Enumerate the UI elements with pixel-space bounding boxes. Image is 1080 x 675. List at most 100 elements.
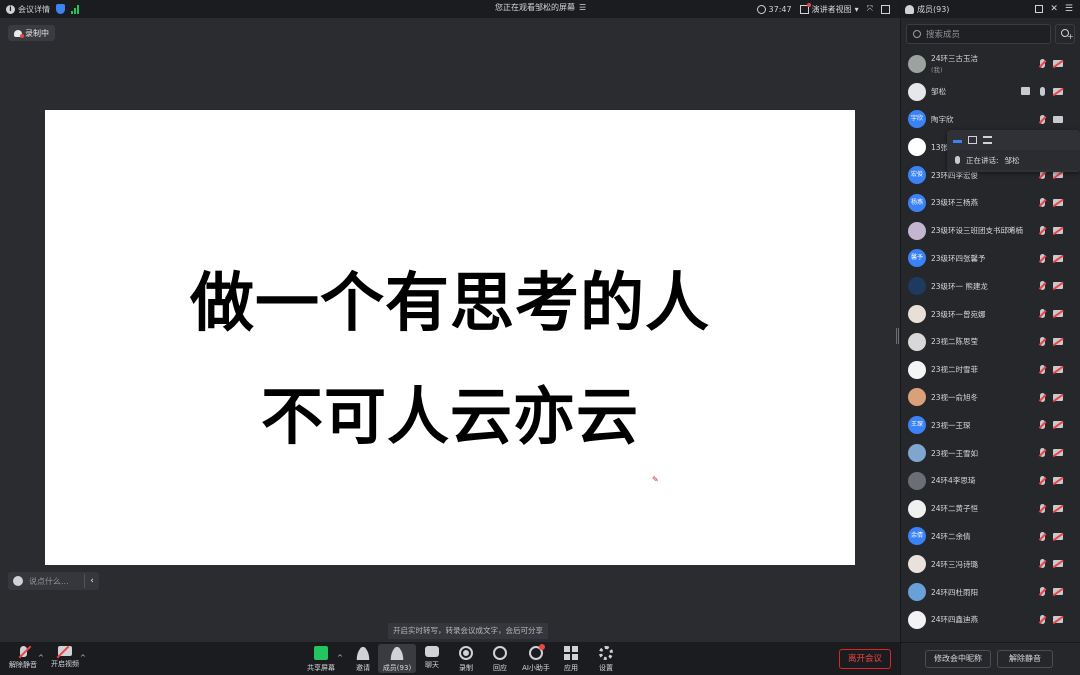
view-mode-button[interactable]: 演讲者视图 ▾ xyxy=(799,2,859,15)
security-shield-icon[interactable] xyxy=(56,4,65,14)
mic-muted-icon[interactable] xyxy=(1040,559,1045,569)
member-row[interactable]: 24环三古玉洁 (我) xyxy=(901,50,1080,78)
member-row[interactable]: 24环二黄子恒 xyxy=(901,495,1080,523)
camera-icon[interactable] xyxy=(1053,115,1063,123)
camera-off-icon[interactable] xyxy=(1053,532,1063,540)
meeting-details-button[interactable]: i 会议详情 xyxy=(6,4,50,15)
network-signal-icon[interactable] xyxy=(71,4,79,14)
camera-off-icon[interactable] xyxy=(1053,226,1063,234)
member-row[interactable]: 23级环一曾宛娜 xyxy=(901,300,1080,328)
panel-resize-handle[interactable] xyxy=(896,328,899,344)
camera-off-icon[interactable] xyxy=(1053,504,1063,512)
list-icon[interactable] xyxy=(983,136,992,144)
camera-off-icon[interactable] xyxy=(1053,476,1063,484)
slide-subheading: 不可人云亦云 xyxy=(260,380,639,453)
member-name: 陶宇欣 xyxy=(931,114,954,124)
camera-off-icon[interactable] xyxy=(1053,282,1063,290)
member-row[interactable]: 23视二陈思莹 xyxy=(901,328,1080,356)
mic-muted-icon[interactable] xyxy=(1040,281,1045,291)
transcription-hint[interactable]: 开启实时转写，转录会议成文字，会后可分享 xyxy=(388,623,548,639)
mic-muted-icon[interactable] xyxy=(1040,614,1045,624)
active-speaker-card[interactable]: 正在讲话: 邹松 xyxy=(947,130,1080,172)
camera-off-icon[interactable] xyxy=(1053,449,1063,457)
member-row[interactable]: 24环四杜雨阳 xyxy=(901,578,1080,606)
unmute-self-button[interactable]: 解除静音 xyxy=(997,650,1053,668)
member-row[interactable]: 余倩 24环二余倩 xyxy=(901,523,1080,551)
close-icon[interactable]: ✕ xyxy=(1050,4,1058,14)
member-row[interactable]: 24环4李思琦 xyxy=(901,467,1080,495)
member-row[interactable]: 23视一俞旭冬 xyxy=(901,384,1080,412)
reactions-button[interactable]: 回应 xyxy=(481,644,519,673)
member-row[interactable]: 邹松 xyxy=(901,78,1080,106)
camera-off-icon[interactable] xyxy=(1053,615,1063,623)
camera-off-icon[interactable] xyxy=(1053,560,1063,568)
window-icon[interactable] xyxy=(968,136,977,144)
rename-button[interactable]: 修改会中昵称 xyxy=(925,650,991,668)
share-screen-button[interactable]: 共享屏幕 xyxy=(302,644,340,673)
add-member-button[interactable] xyxy=(1055,24,1075,44)
invite-button[interactable]: 邀请 xyxy=(344,644,382,673)
camera-off-icon[interactable] xyxy=(1053,310,1063,318)
members-button[interactable]: 成员(93) xyxy=(378,644,416,673)
viewing-screen-banner[interactable]: 您正在观看邹松的屏幕 ☰ xyxy=(495,2,586,13)
emoji-icon[interactable] xyxy=(13,576,23,586)
minimize-icon[interactable] xyxy=(953,140,962,143)
camera-off-icon[interactable] xyxy=(1053,588,1063,596)
member-row[interactable]: 23级环设三班团支书邱晞楠 xyxy=(901,217,1080,245)
mic-muted-icon[interactable] xyxy=(1040,225,1045,235)
mic-muted-icon[interactable] xyxy=(1040,336,1045,346)
audio-options-caret[interactable]: ^ xyxy=(38,654,44,662)
leave-meeting-button[interactable]: 离开会议 xyxy=(839,649,891,669)
camera-off-icon[interactable] xyxy=(1053,393,1063,401)
camera-off-icon[interactable] xyxy=(1053,60,1063,67)
camera-off-icon[interactable] xyxy=(1053,365,1063,373)
ai-assistant-button[interactable]: AI小助手 xyxy=(517,644,555,673)
mic-muted-icon[interactable] xyxy=(1040,197,1045,207)
camera-off-icon[interactable] xyxy=(1053,337,1063,345)
member-row[interactable]: 杨燕 23级环三杨燕 xyxy=(901,189,1080,217)
video-options-caret[interactable]: ^ xyxy=(80,654,86,662)
unmute-button[interactable]: 解除静音 xyxy=(4,644,42,670)
popout-icon[interactable] xyxy=(1035,5,1044,13)
quick-chat-input[interactable]: 说点什么... ‹ xyxy=(8,572,99,590)
mic-muted-icon[interactable] xyxy=(1040,448,1045,458)
camera-off-icon[interactable] xyxy=(1053,421,1063,429)
mic-muted-icon[interactable] xyxy=(1040,587,1045,597)
settings-button[interactable]: 设置 xyxy=(587,644,625,673)
mic-muted-icon[interactable] xyxy=(1040,503,1045,513)
member-row[interactable]: 王琛 23视一王琛 xyxy=(901,411,1080,439)
member-row[interactable]: 24环四鑫迪燕 xyxy=(901,606,1080,634)
mic-muted-icon[interactable] xyxy=(1040,475,1045,485)
member-name: 邹松 xyxy=(931,87,946,97)
recording-indicator[interactable]: 录制中 xyxy=(8,25,55,41)
mic-muted-icon[interactable] xyxy=(1040,59,1045,68)
layout-split-icon[interactable] xyxy=(881,4,890,14)
camera-off-icon[interactable] xyxy=(1053,87,1063,95)
chat-button[interactable]: 聊天 xyxy=(413,644,451,670)
member-name: 23视二时雪菲 xyxy=(931,365,979,375)
member-row[interactable]: 23视一王雪如 xyxy=(901,439,1080,467)
member-row[interactable]: 23视二时雪菲 xyxy=(901,356,1080,384)
start-video-button[interactable]: 开启视频 xyxy=(46,644,84,669)
fullscreen-icon[interactable]: ⤧ xyxy=(867,4,873,14)
mic-muted-icon[interactable] xyxy=(1040,392,1045,402)
camera-off-icon[interactable] xyxy=(1053,171,1063,179)
member-row[interactable]: 24环三冯诗璐 xyxy=(901,550,1080,578)
record-button[interactable]: 录制 xyxy=(447,644,485,673)
mic-icon[interactable] xyxy=(1040,86,1045,96)
menu-icon[interactable]: ☰ xyxy=(1065,4,1073,14)
camera-off-icon[interactable] xyxy=(1053,198,1063,206)
mic-muted-icon[interactable] xyxy=(1040,531,1045,541)
mic-muted-icon[interactable] xyxy=(1040,114,1045,124)
member-search-input[interactable]: 搜索成员 xyxy=(906,24,1051,44)
member-row[interactable]: 馨予 23级环四张馨予 xyxy=(901,245,1080,273)
mic-muted-icon[interactable] xyxy=(1040,309,1045,319)
mic-muted-icon[interactable] xyxy=(1040,253,1045,263)
apps-button[interactable]: 应用 xyxy=(552,644,590,673)
mic-muted-icon[interactable] xyxy=(1040,420,1045,430)
camera-off-icon[interactable] xyxy=(1053,254,1063,262)
collapse-chat-icon[interactable]: ‹ xyxy=(85,576,99,586)
share-options-caret[interactable]: ^ xyxy=(337,654,343,662)
member-row[interactable]: 23级环一 熊建龙 xyxy=(901,272,1080,300)
mic-muted-icon[interactable] xyxy=(1040,364,1045,374)
